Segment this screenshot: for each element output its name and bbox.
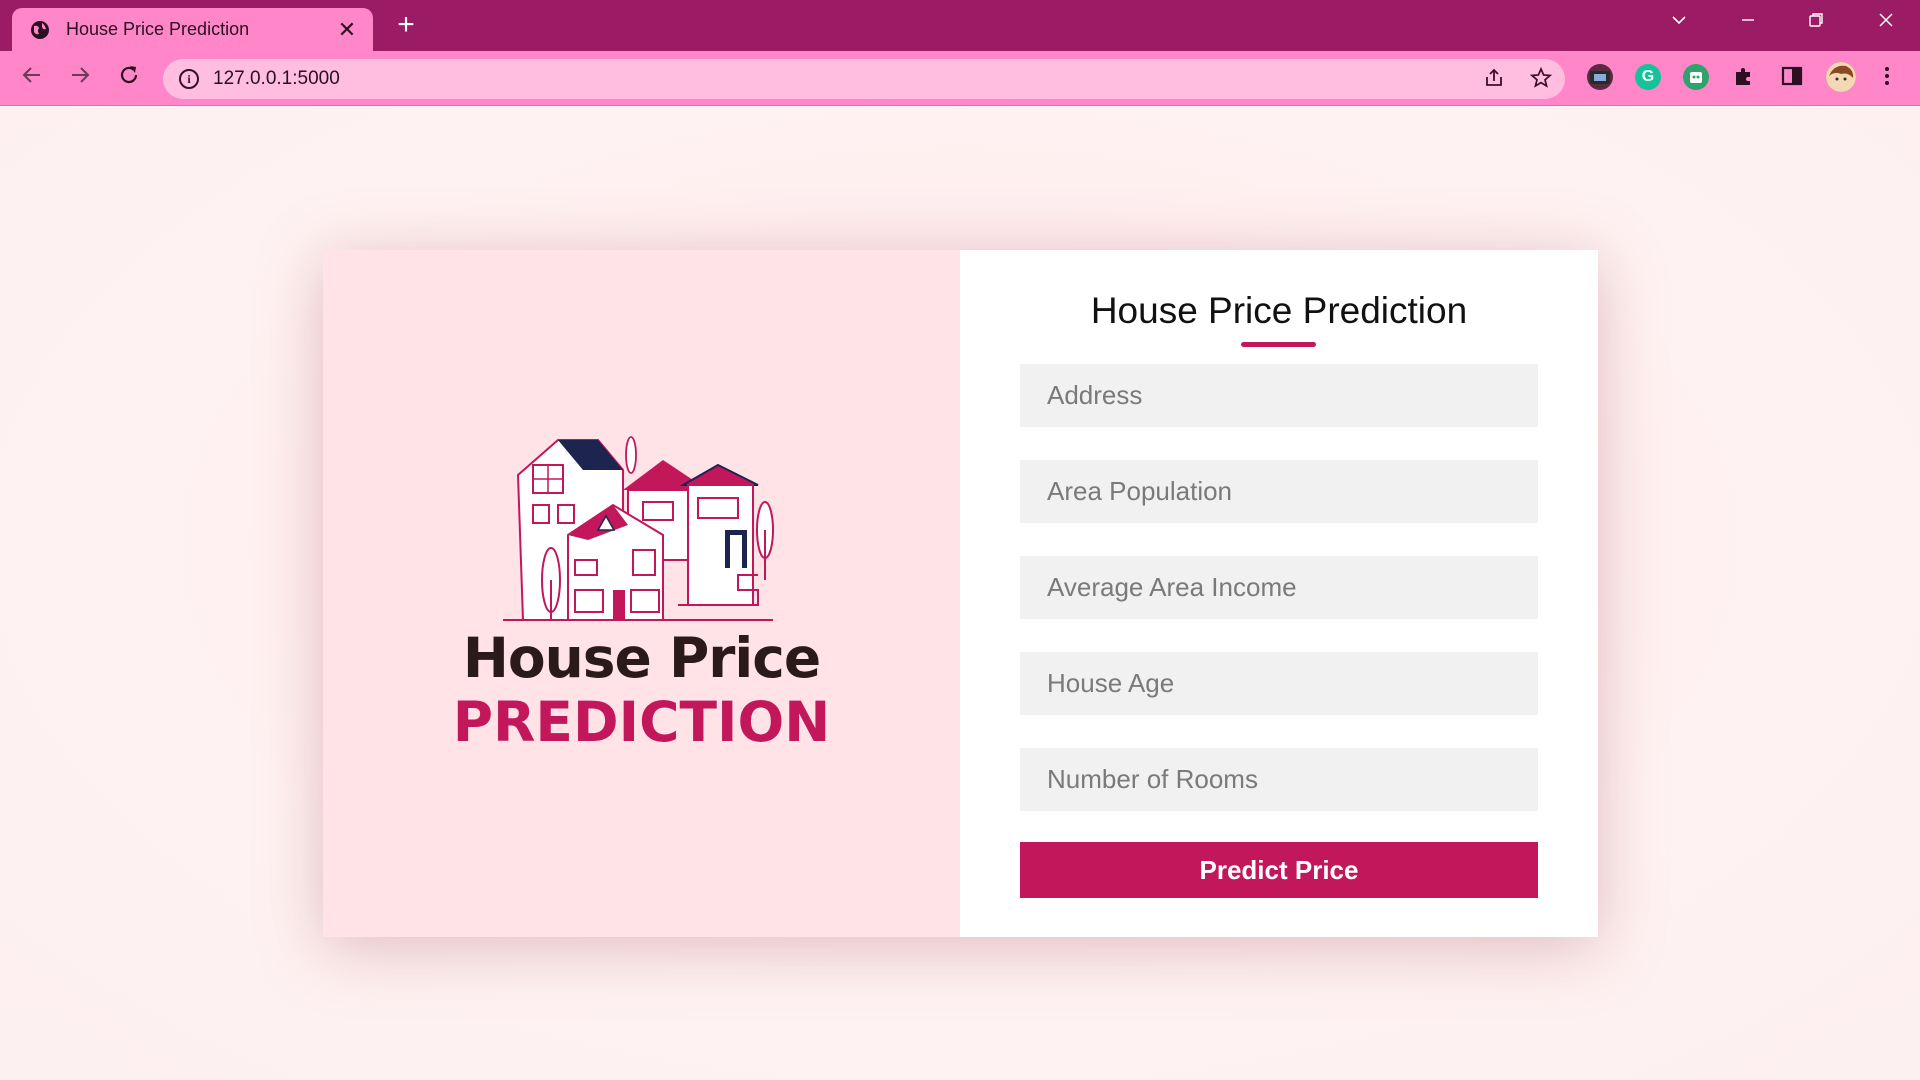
form-title: House Price Prediction	[1090, 290, 1468, 331]
extension-screen-icon[interactable]	[1587, 64, 1613, 90]
site-info-icon[interactable]: i	[179, 69, 199, 89]
back-icon[interactable]	[16, 63, 48, 95]
tab-close-icon[interactable]: ✕	[335, 17, 359, 42]
bookmark-star-icon[interactable]	[1528, 66, 1554, 93]
globe-icon	[31, 20, 49, 39]
area-population-input[interactable]	[1020, 460, 1538, 523]
houses-illustration	[503, 436, 774, 621]
tab-title: House Price Prediction	[66, 19, 250, 39]
tab-search-icon[interactable]	[1655, 6, 1703, 38]
url-text[interactable]: 127.0.0.1:5000	[213, 68, 340, 90]
grammarly-icon[interactable]: G	[1635, 64, 1661, 90]
brand-title: House Price	[462, 626, 821, 690]
average-area-income-input[interactable]	[1020, 556, 1538, 619]
new-tab-button[interactable]: +	[390, 10, 422, 42]
brand-panel: House Price PREDICTION	[323, 250, 960, 937]
minimize-icon[interactable]	[1724, 6, 1772, 38]
address-bar[interactable]: i 127.0.0.1:5000	[163, 59, 1565, 99]
browser-menu-icon[interactable]	[1875, 64, 1899, 90]
reload-icon[interactable]	[113, 63, 145, 95]
browser-tab-strip: House Price Prediction ✕ +	[0, 0, 1920, 51]
extension-robot-icon[interactable]	[1683, 64, 1709, 90]
house-age-input[interactable]	[1020, 652, 1538, 715]
share-icon[interactable]	[1481, 67, 1507, 93]
brand-subtitle: PREDICTION	[452, 690, 831, 754]
title-underline	[1241, 342, 1316, 347]
close-window-icon[interactable]	[1862, 6, 1910, 38]
extensions-puzzle-icon[interactable]	[1731, 64, 1757, 90]
number-of-rooms-input[interactable]	[1020, 748, 1538, 811]
restore-icon[interactable]	[1792, 6, 1840, 38]
address-input[interactable]	[1020, 364, 1538, 427]
profile-avatar[interactable]	[1826, 62, 1856, 92]
page-background: House Price PREDICTION House Price Predi…	[0, 106, 1920, 1080]
form-panel: House Price Prediction Predict Price	[960, 250, 1598, 937]
side-panel-icon[interactable]	[1779, 64, 1805, 90]
browser-tab[interactable]: House Price Prediction ✕	[12, 8, 373, 51]
forward-icon[interactable]	[64, 63, 96, 95]
browser-toolbar: i 127.0.0.1:5000	[0, 51, 1920, 106]
prediction-card: House Price PREDICTION House Price Predi…	[323, 250, 1598, 937]
predict-price-button[interactable]: Predict Price	[1020, 842, 1538, 898]
